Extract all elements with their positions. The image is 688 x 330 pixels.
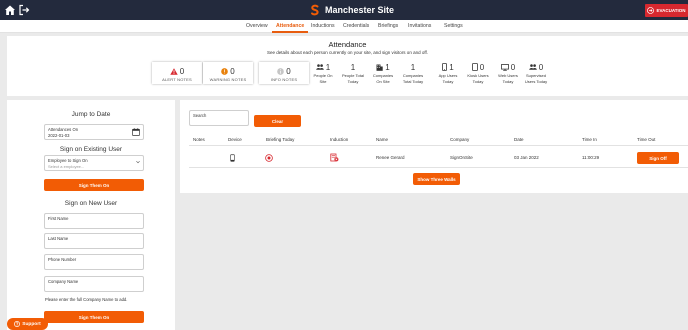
header-divider	[189, 145, 688, 146]
last-name-field[interactable]: Last Name	[44, 233, 144, 249]
stat-kiosk-users-today: 0 Kiosk Users Today	[467, 62, 489, 85]
row-divider	[189, 167, 688, 168]
monitor-icon	[500, 63, 509, 71]
row-date: 03 Jan 2022	[514, 155, 539, 160]
phone-number-field[interactable]: Phone Number	[44, 254, 144, 270]
top-bar: Manchester Site EVACUATION	[0, 0, 688, 20]
attendance-title: Attendance	[328, 40, 367, 49]
employee-select[interactable]: Employee to Sign On Select a employee...	[44, 155, 144, 171]
supervised-icon	[528, 64, 537, 70]
alert-triangle-icon	[170, 68, 178, 75]
attendance-summary: Attendance See details about each person…	[7, 36, 688, 96]
employee-select-placeholder: Select a employee...	[48, 164, 85, 169]
tab-briefings[interactable]: Briefings	[378, 20, 398, 33]
induction-icon	[330, 153, 339, 162]
tab-credentials[interactable]: Credentials	[343, 20, 369, 33]
sign-on-existing-heading: Sign on Existing User	[59, 146, 123, 153]
sign-on-new-heading: Sign on New User	[64, 200, 118, 207]
help-circle-icon	[14, 321, 21, 327]
stat-app-users-today: 1 App Users Today	[438, 62, 458, 85]
sign-new-on-button[interactable]: Sign Them On	[44, 311, 144, 323]
company-name-field[interactable]: Company Name	[44, 276, 144, 292]
chevron-down-icon	[136, 160, 140, 164]
col-company[interactable]: Company	[450, 137, 469, 142]
show-more-button[interactable]: Show Three Walls	[413, 173, 460, 185]
row-time-in: 11:00:29	[582, 155, 600, 160]
info-notes-card[interactable]: 0 INFO NOTES	[259, 62, 309, 84]
col-time-out[interactable]: Time Out	[637, 137, 655, 142]
warning-notes-card[interactable]: 0 WARNING NOTES	[203, 62, 253, 84]
stat-people-total-today: 1 People Total Today	[342, 62, 364, 85]
tab-inductions[interactable]: Inductions	[311, 20, 335, 33]
alert-notes-count: 0	[179, 67, 185, 76]
people-icon	[315, 64, 324, 70]
home-icon[interactable]	[4, 4, 16, 16]
tab-attendance[interactable]: Attendance	[271, 20, 309, 33]
site-brand: Manchester Site	[309, 4, 394, 16]
sign-on-sidebar: Jump to Date Attendances On 2022-01-03 S…	[7, 100, 175, 330]
tab-invitations[interactable]: Invitations	[408, 20, 431, 33]
tablet-icon	[471, 63, 478, 71]
phone-icon	[442, 63, 448, 71]
evacuation-icon	[647, 7, 655, 14]
attendances-on-date-value: 2022-01-03	[48, 133, 70, 138]
col-induction[interactable]: Induction	[330, 137, 348, 142]
section-tabs: Overview Attendance Inductions Credentia…	[0, 20, 688, 33]
col-notes: Notes	[193, 137, 205, 142]
col-device: Device	[228, 137, 242, 142]
warning-circle-icon	[221, 68, 229, 75]
sign-off-button[interactable]: Sign Off	[637, 152, 679, 164]
clear-button[interactable]: Clear	[254, 115, 301, 127]
info-notes-label: INFO NOTES	[270, 77, 298, 82]
col-briefing-today: Briefing Today	[266, 137, 295, 142]
briefing-target-icon	[265, 154, 273, 162]
row-company: SignOnSite	[450, 155, 473, 160]
info-circle-icon	[277, 68, 285, 75]
jump-to-date-heading: Jump to Date	[71, 111, 111, 118]
signonsite-logo-icon	[311, 4, 319, 16]
info-notes-count: 0	[286, 67, 291, 76]
site-name: Manchester Site	[325, 5, 395, 15]
tab-overview[interactable]: Overview	[246, 20, 268, 33]
stat-web-users-today: 0 Web Users Today	[498, 62, 518, 85]
tab-settings[interactable]: Settings	[444, 20, 463, 33]
phone-icon	[230, 154, 235, 162]
attendances-on-date-field[interactable]: Attendances On 2022-01-03	[44, 124, 144, 140]
warning-notes-label: WARNING NOTES	[209, 77, 247, 82]
logout-icon[interactable]	[18, 4, 30, 16]
evacuation-label: EVACUATION	[656, 8, 686, 13]
support-label: Support	[22, 321, 41, 327]
sign-existing-on-button[interactable]: Sign Them On	[44, 179, 144, 191]
warning-notes-count: 0	[230, 67, 235, 76]
alert-notes-card[interactable]: 0 ALERT NOTES	[152, 62, 202, 84]
stat-supervised-users-today: 0 Supervised Users Today	[524, 62, 548, 85]
col-name[interactable]: Name	[376, 137, 388, 142]
first-name-field[interactable]: First Name	[44, 213, 144, 229]
row-name: Renee Gerard	[376, 155, 405, 160]
attendance-table-panel: Search Clear Notes Device Briefing Today…	[180, 100, 688, 193]
search-input[interactable]: Search	[189, 110, 249, 126]
col-date[interactable]: Date	[514, 137, 524, 142]
alert-notes-label: ALERT NOTES	[162, 77, 192, 82]
company-name-hint: Please enter the full Company Name to ad…	[45, 297, 128, 302]
attendance-subtitle: See details about each person currently …	[266, 50, 428, 55]
col-time-in[interactable]: Time In	[582, 137, 597, 142]
stat-companies-total-today: 1 Companies Total Today	[402, 62, 424, 85]
building-icon	[376, 64, 383, 71]
stat-people-on-site: 1 People On Site	[313, 62, 333, 85]
calendar-icon[interactable]	[132, 128, 140, 136]
evacuation-button[interactable]: EVACUATION	[645, 4, 688, 17]
stat-companies-on-site: 1 Companies On Site	[372, 62, 394, 85]
support-button[interactable]: Support	[7, 318, 48, 330]
